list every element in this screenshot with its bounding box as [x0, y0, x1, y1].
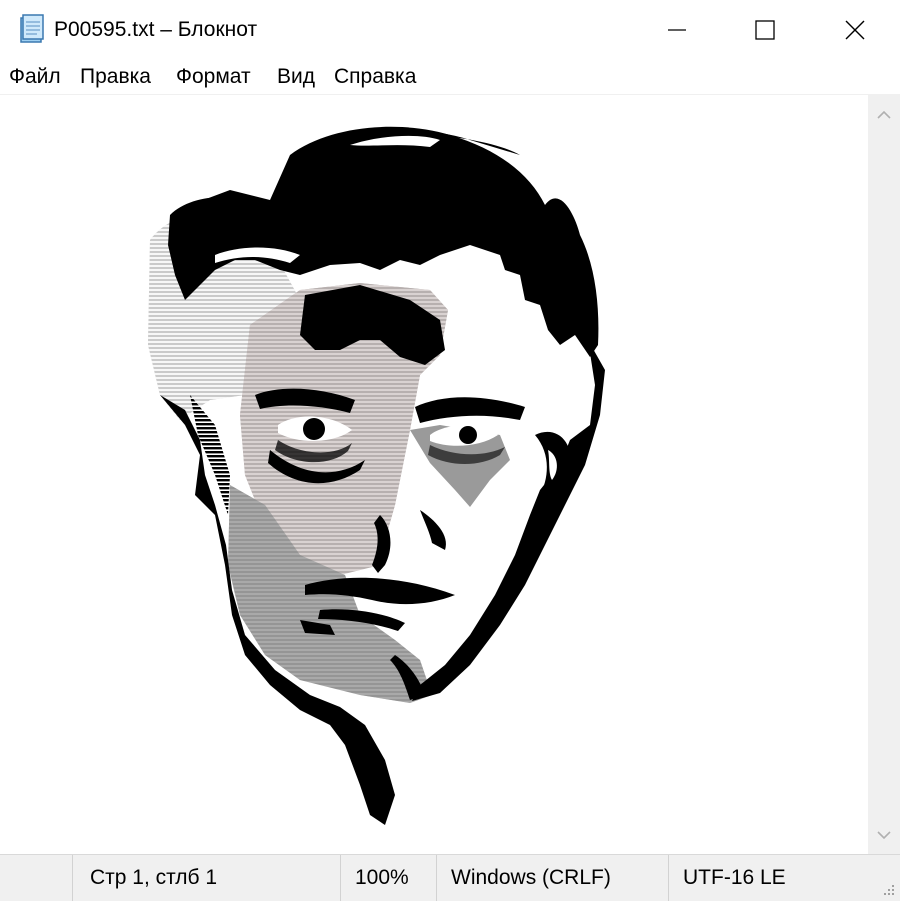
menu-view[interactable]: Вид [277, 64, 315, 90]
notepad-icon [20, 14, 44, 43]
menu-file[interactable]: Файл [9, 64, 61, 90]
text-editor[interactable] [0, 94, 868, 855]
minimize-button[interactable] [632, 0, 722, 60]
ascii-portrait-art [148, 126, 605, 825]
menu-edit[interactable]: Правка [80, 64, 151, 90]
close-icon [845, 20, 865, 40]
maximize-icon [755, 20, 775, 40]
menu-format[interactable]: Формат [176, 64, 251, 90]
close-button[interactable] [810, 0, 900, 60]
encoding: UTF-16 LE [668, 855, 868, 901]
chevron-down-icon [877, 831, 891, 840]
scroll-up-button[interactable] [868, 98, 900, 132]
status-bar: Стр 1, стлб 1 100% Windows (CRLF) UTF-16… [0, 854, 900, 901]
line-endings: Windows (CRLF) [436, 855, 668, 901]
cursor-position: Стр 1, стлб 1 [72, 855, 340, 901]
scroll-down-button[interactable] [868, 818, 900, 852]
chevron-up-icon [877, 110, 891, 119]
menu-help[interactable]: Справка [334, 64, 416, 90]
zoom-level: 100% [340, 855, 436, 901]
maximize-button[interactable] [720, 0, 810, 60]
minimize-icon [668, 29, 686, 31]
menu-bar: Файл Правка Формат Вид Справка [0, 60, 900, 94]
window-title: P00595.txt – Блокнот [54, 18, 258, 41]
title-bar: P00595.txt – Блокнот [0, 0, 900, 60]
resize-grip-icon[interactable] [880, 881, 896, 897]
vertical-scrollbar[interactable] [868, 94, 900, 854]
